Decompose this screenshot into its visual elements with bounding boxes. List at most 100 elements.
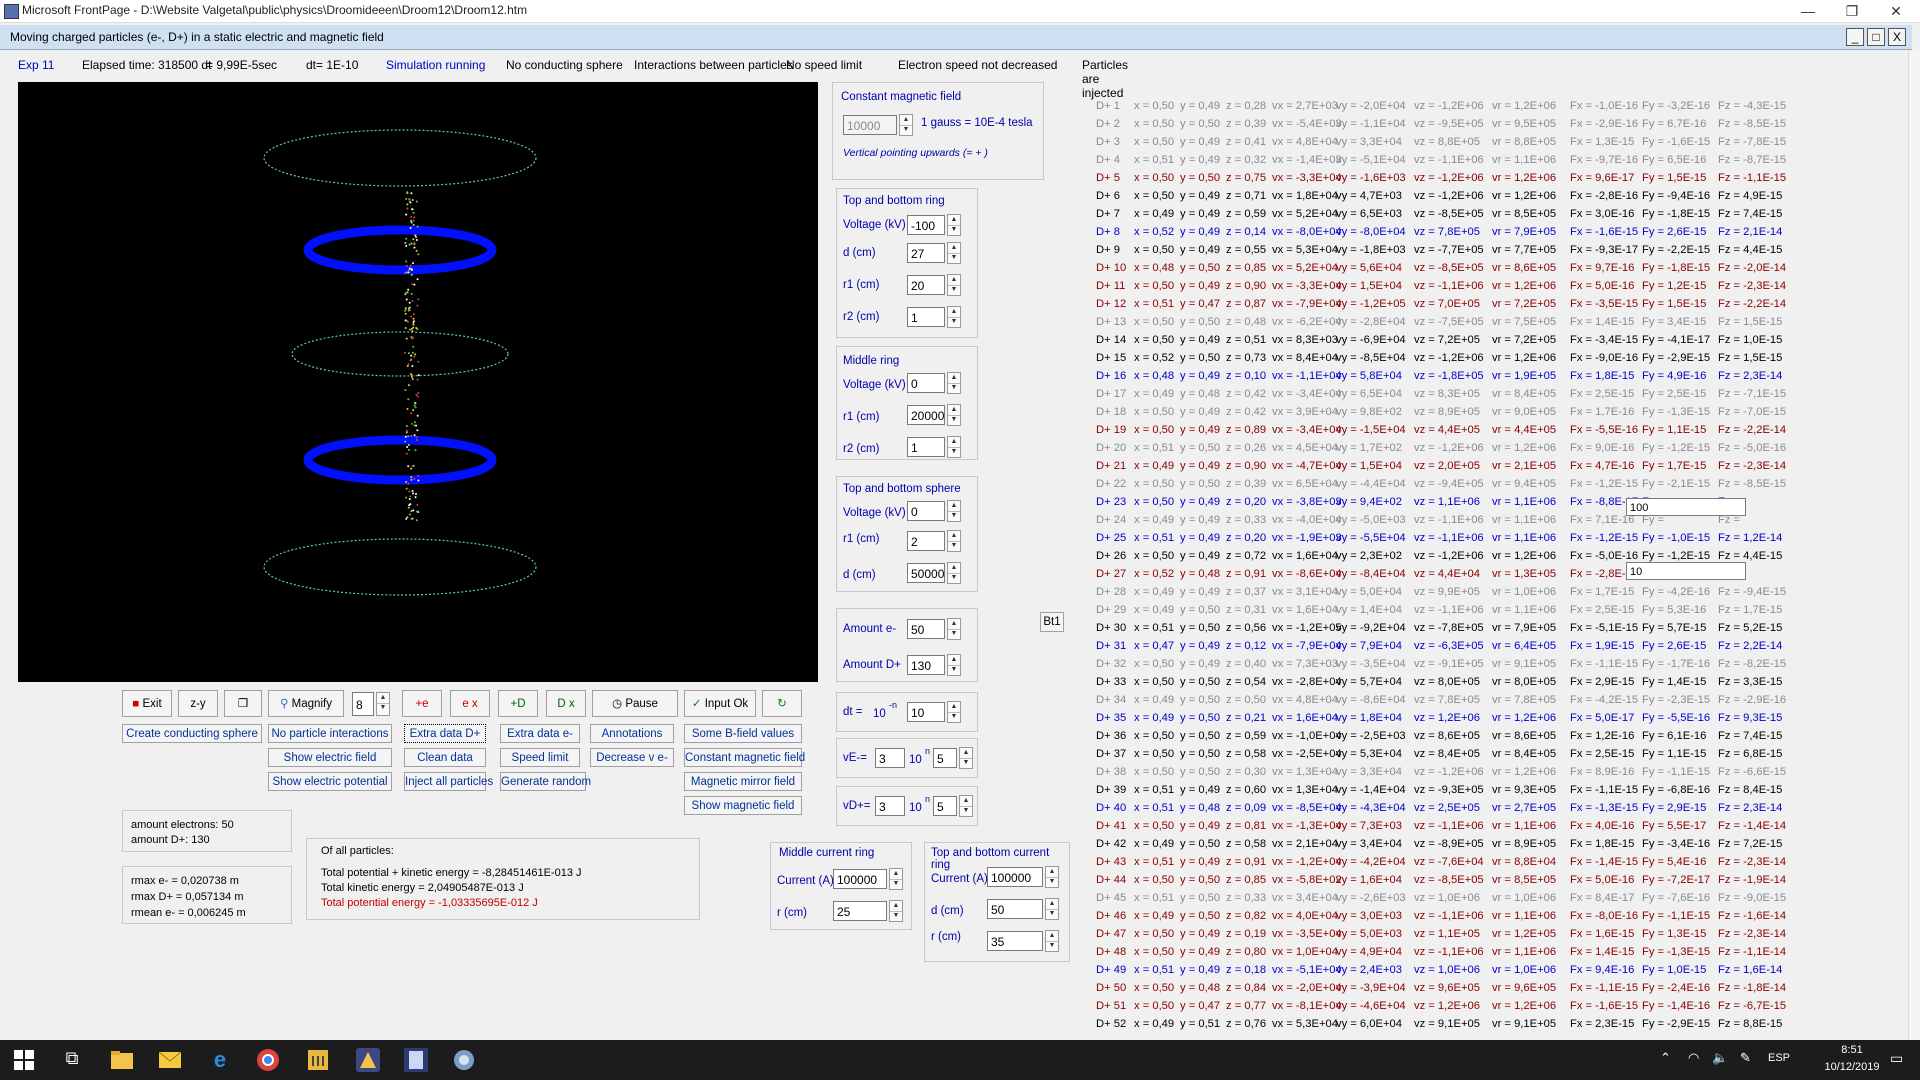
magnify-input[interactable]: 8	[352, 692, 374, 716]
sphere-r1-input[interactable]: 2	[907, 531, 945, 551]
pen-icon[interactable]: ✎	[1740, 1050, 1751, 1066]
show-magnetic-field-button[interactable]: Show magnetic field	[684, 796, 802, 815]
pause-button[interactable]: ◷ Pause	[592, 690, 678, 717]
notifications-icon[interactable]: ▭	[1890, 1050, 1903, 1067]
add-deuteron-button[interactable]: +D	[498, 690, 538, 717]
top-current-input[interactable]: 100000	[987, 867, 1043, 887]
volume-icon[interactable]: 🔈	[1712, 1050, 1728, 1066]
ring-r2-spinner[interactable]: ▲ ▼	[947, 306, 961, 328]
middle-r2-input[interactable]: 1	[907, 437, 945, 457]
zy-view-button[interactable]: z-y	[178, 690, 218, 717]
ring-r1-spinner[interactable]: ▲ ▼	[947, 274, 961, 296]
constant-magnetic-button[interactable]: Constant magnetic field	[684, 748, 805, 767]
vd-n-input[interactable]: 5	[933, 796, 957, 816]
middle-current-r-input[interactable]: 25	[833, 901, 887, 921]
top-current-r-spinner[interactable]: ▲ ▼	[1045, 930, 1059, 952]
sphere-d-spinner[interactable]: ▲ ▼	[947, 562, 961, 584]
middle-current-input[interactable]: 100000	[833, 869, 887, 889]
annotations-button[interactable]: Annotations	[590, 724, 674, 743]
extra-data-d-button[interactable]: Extra data D+	[404, 724, 486, 743]
doc-close-button[interactable]: X	[1888, 28, 1906, 46]
doc-restore-button[interactable]: □	[1867, 28, 1885, 46]
sphere-d-input[interactable]: 50000	[907, 563, 945, 583]
top-current-spinner[interactable]: ▲ ▼	[1045, 866, 1059, 888]
middle-voltage-input[interactable]: 0	[907, 373, 945, 393]
middle-current-r-spinner[interactable]: ▲ ▼	[889, 900, 903, 922]
create-sphere-button[interactable]: Create conducting sphere	[122, 724, 262, 743]
top-current-r-input[interactable]: 35	[987, 931, 1043, 951]
extra-data-e-button[interactable]: Extra data e-	[500, 724, 580, 743]
middle-r2-spinner[interactable]: ▲ ▼	[947, 436, 961, 458]
top-current-d-spinner[interactable]: ▲ ▼	[1045, 898, 1059, 920]
remove-deuteron-button[interactable]: D x	[546, 690, 586, 717]
remove-electron-button[interactable]: e x	[450, 690, 490, 717]
museum-app-icon[interactable]	[306, 1048, 330, 1072]
windows-start-icon[interactable]	[12, 1048, 36, 1072]
tray-arrow-icon[interactable]: ⌃	[1660, 1050, 1671, 1066]
decrease-ve-button[interactable]: Decrease v e-	[590, 748, 674, 767]
speed-limit-button[interactable]: Speed limit	[500, 748, 580, 767]
language-indicator[interactable]: ESP	[1768, 1052, 1790, 1064]
top-current-d-input[interactable]: 50	[987, 899, 1043, 919]
magnetic-field-spinner[interactable]: ▲ ▼	[899, 114, 913, 136]
document-app-icon[interactable]	[404, 1048, 428, 1072]
magnetic-field-input[interactable]: 10000	[843, 115, 897, 135]
edge-browser-icon[interactable]: e	[208, 1048, 232, 1072]
magnify-spinner[interactable]: ▲ ▼	[376, 692, 390, 716]
mail-icon[interactable]	[158, 1048, 182, 1072]
middle-voltage-spinner[interactable]: ▲ ▼	[947, 372, 961, 394]
input-ok-button[interactable]: ✓ Input Ok	[684, 690, 756, 717]
ring-r1-input[interactable]: 20	[907, 275, 945, 295]
magnetic-mirror-button[interactable]: Magnetic mirror field	[684, 772, 802, 791]
network-icon[interactable]: ◠	[1688, 1050, 1699, 1066]
dt-input[interactable]: 10	[907, 702, 945, 722]
close-button[interactable]: ✕	[1874, 0, 1918, 22]
amount-e-input[interactable]: 50	[907, 619, 945, 639]
ve-spinner[interactable]: ▲ ▼	[959, 747, 973, 769]
clean-data-button[interactable]: Clean data	[404, 748, 486, 767]
sphere-voltage-input[interactable]: 0	[907, 501, 945, 521]
frontpage-taskbar-icon[interactable]	[356, 1048, 380, 1072]
vd-mantissa-input[interactable]: 3	[875, 796, 905, 816]
ring-voltage-spinner[interactable]: ▲ ▼	[947, 214, 961, 236]
sphere-voltage-spinner[interactable]: ▲ ▼	[947, 500, 961, 522]
ve-mantissa-input[interactable]: 3	[875, 748, 905, 768]
ring-r2-input[interactable]: 1	[907, 307, 945, 327]
inject-all-button[interactable]: Inject all particles	[404, 772, 493, 791]
ring-voltage-input[interactable]: -100	[907, 215, 945, 235]
overlay-input-1[interactable]: 100	[1626, 498, 1746, 516]
magnify-button[interactable]: ⚲ Magnify	[268, 690, 344, 717]
sphere-r1-spinner[interactable]: ▲ ▼	[947, 530, 961, 552]
doc-minimize-button[interactable]: _	[1846, 28, 1864, 46]
some-b-field-button[interactable]: Some B-field values	[684, 724, 802, 743]
dt-spinner[interactable]: ▲ ▼	[947, 701, 961, 723]
minimize-button[interactable]: —	[1786, 0, 1830, 22]
window-view-button[interactable]: ❐	[224, 690, 262, 717]
ring-d-input[interactable]: 27	[907, 243, 945, 263]
task-view-icon[interactable]: ⧉	[60, 1048, 84, 1072]
amount-d-spinner[interactable]: ▲ ▼	[947, 654, 961, 676]
ring-d-spinner[interactable]: ▲ ▼	[947, 242, 961, 264]
add-electron-button[interactable]: +e	[402, 690, 442, 717]
amount-d-input[interactable]: 130	[907, 655, 945, 675]
middle-current-spinner[interactable]: ▲ ▼	[889, 868, 903, 890]
refresh-button[interactable]: ↻	[762, 690, 802, 717]
middle-r1-input[interactable]: 20000	[907, 405, 945, 425]
show-electric-field-button[interactable]: Show electric field	[268, 748, 392, 767]
show-electric-potential-button[interactable]: Show electric potential	[268, 772, 392, 791]
bt1-button[interactable]: Bt1	[1040, 612, 1064, 632]
globe-app-icon[interactable]	[452, 1048, 476, 1072]
ve-n-input[interactable]: 5	[933, 748, 957, 768]
clock-time[interactable]: 8:51	[1820, 1044, 1884, 1056]
chrome-icon[interactable]	[256, 1048, 280, 1072]
clock-date[interactable]: 10/12/2019	[1806, 1061, 1898, 1073]
simulation-canvas[interactable]	[18, 82, 818, 682]
generate-random-button[interactable]: Generate random	[500, 772, 591, 791]
overlay-input-2[interactable]: 10	[1626, 562, 1746, 580]
vd-spinner[interactable]: ▲ ▼	[959, 795, 973, 817]
amount-e-spinner[interactable]: ▲ ▼	[947, 618, 961, 640]
exit-button[interactable]: ■ Exit	[122, 690, 172, 717]
middle-r1-spinner[interactable]: ▲ ▼	[947, 404, 961, 426]
maximize-button[interactable]: ❐	[1830, 0, 1874, 22]
file-explorer-icon[interactable]	[110, 1048, 134, 1072]
